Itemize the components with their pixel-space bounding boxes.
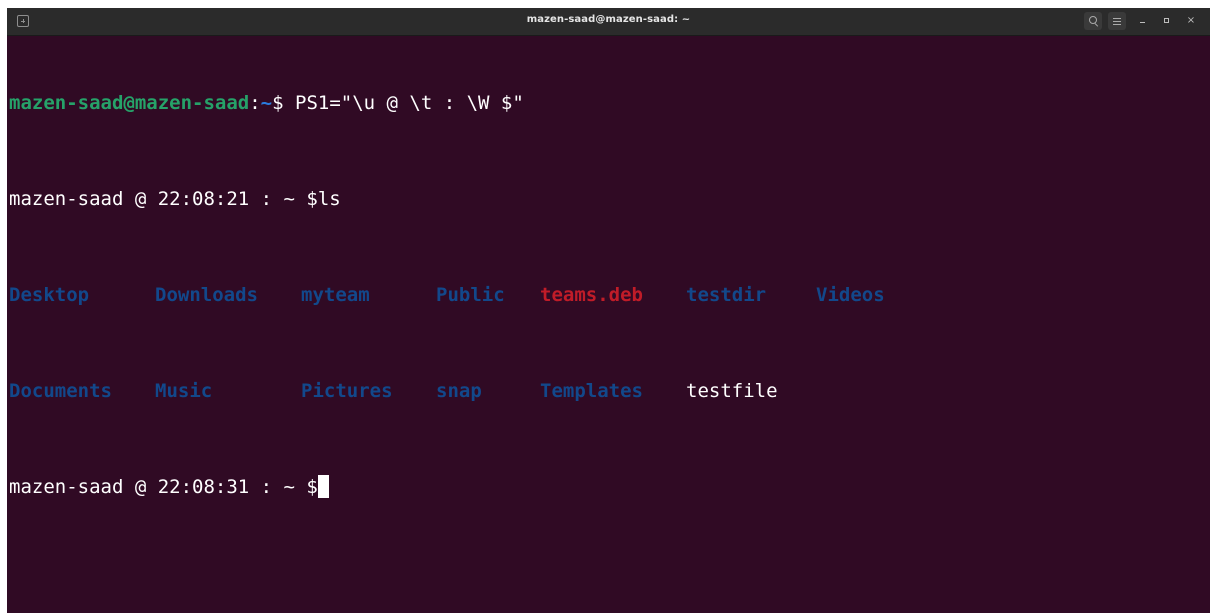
minimize-button[interactable] <box>1134 12 1152 30</box>
menu-button[interactable] <box>1108 12 1126 30</box>
custom-prompt: mazen-saad @ 22:08:21 : ~ $ <box>9 188 318 210</box>
text-cursor <box>317 475 329 498</box>
command-text: $ PS1="\u @ \t : \W $" <box>272 92 524 114</box>
ls-entry-directory: Videos <box>816 284 885 306</box>
close-button[interactable]: × <box>1182 12 1200 30</box>
ls-entry-directory: Public <box>436 284 505 306</box>
user-host: mazen-saad@mazen-saad <box>9 92 250 114</box>
command-line-3: mazen-saad @ 22:08:31 : ~ $ <box>9 475 885 499</box>
ls-entry-directory: myteam <box>301 284 370 306</box>
close-icon: × <box>1186 15 1196 26</box>
prompt-path: ~ <box>260 92 273 114</box>
ls-entry-directory: Templates <box>540 380 643 402</box>
ls-entry-directory: Downloads <box>155 284 258 306</box>
maximize-icon <box>1164 18 1169 23</box>
ls-entry-directory: snap <box>436 380 482 402</box>
prompt-colon: : <box>249 92 261 114</box>
terminal-window: mazen-saad@mazen-saad: ~ × mazen-saad@ma… <box>7 8 1210 613</box>
ls-entry-directory: Music <box>155 380 213 402</box>
title-bar: mazen-saad@mazen-saad: ~ × <box>7 8 1210 36</box>
ls-entry-directory: testdir <box>686 284 767 306</box>
terminal-output[interactable]: mazen-saad@mazen-saad:~$ PS1="\u @ \t : … <box>9 43 885 547</box>
ls-entry-file: testfile <box>686 380 778 402</box>
search-button[interactable] <box>1084 12 1102 30</box>
ls-output-row: Documents Music Pictures snap Templates testf… <box>9 379 885 403</box>
ls-entry-directory: Desktop <box>9 284 90 306</box>
custom-prompt: mazen-saad @ 22:08:31 : ~ $ <box>9 476 318 498</box>
ls-entry-directory: Pictures <box>301 380 393 402</box>
window-title: mazen-saad@mazen-saad: ~ <box>526 14 691 25</box>
ls-output-row: Desktop Downloads myteam Public teams.deb tes… <box>9 283 885 307</box>
ls-entry-archive: teams.deb <box>540 284 643 306</box>
command-line-2: mazen-saad @ 22:08:21 : ~ $ls <box>9 187 885 211</box>
command-text: ls <box>317 188 341 210</box>
ls-entry-directory: Documents <box>9 380 112 402</box>
command-line-1: mazen-saad@mazen-saad:~$ PS1="\u @ \t : … <box>9 91 885 115</box>
maximize-button[interactable] <box>1158 12 1176 30</box>
minimize-icon <box>1140 22 1145 23</box>
hamburger-menu-icon <box>1113 18 1121 19</box>
